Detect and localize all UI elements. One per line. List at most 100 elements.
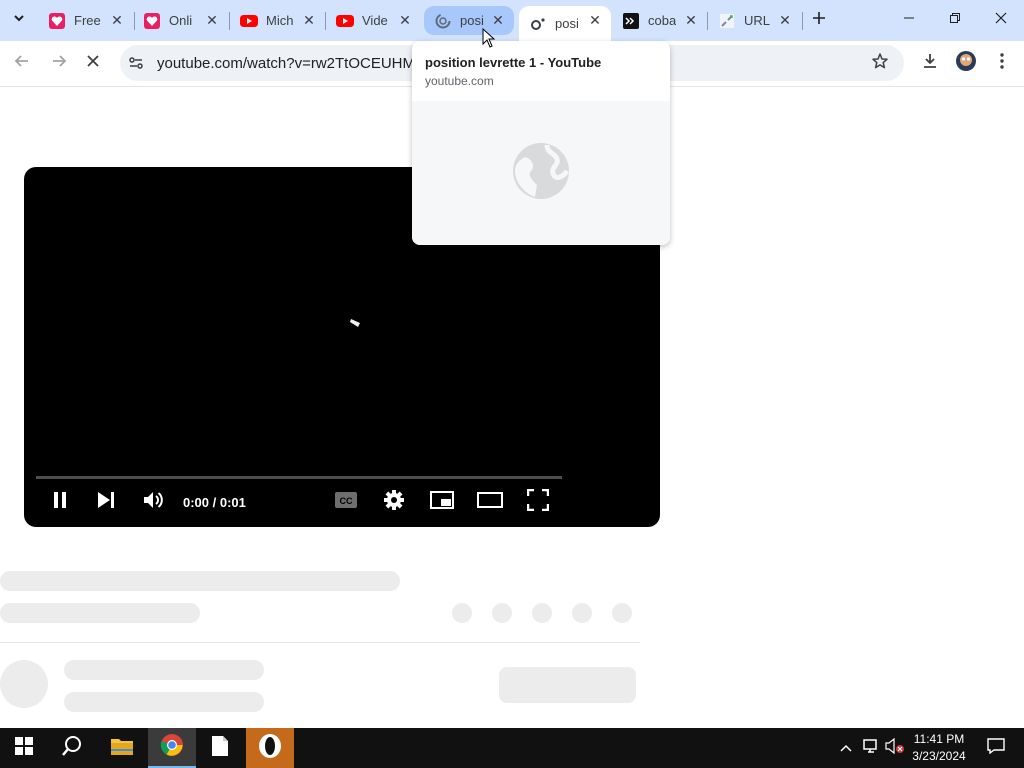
action-placeholder (492, 603, 512, 623)
tab-position-hovered[interactable]: posi ✕ (424, 6, 514, 35)
notepad-button[interactable] (196, 728, 244, 768)
tab-coba[interactable]: coba ✕ (612, 6, 707, 35)
tab-position-active[interactable]: posi ✕ (519, 6, 611, 41)
forward-button[interactable] (44, 48, 74, 78)
menu-button[interactable] (987, 48, 1017, 78)
restore-icon (949, 11, 961, 29)
progress-bar[interactable] (36, 476, 562, 479)
tab-title: Mich (266, 13, 294, 28)
tab-title: coba (648, 13, 676, 28)
close-icon[interactable]: ✕ (301, 12, 317, 28)
close-icon[interactable]: ✕ (204, 12, 220, 28)
theater-mode-button[interactable] (477, 490, 503, 514)
close-icon (995, 11, 1007, 29)
close-window-button[interactable] (986, 5, 1016, 35)
fullscreen-button[interactable] (526, 488, 550, 516)
profile-button[interactable] (951, 48, 981, 78)
mouse-cursor-icon (482, 27, 496, 53)
loading-spinner-icon (348, 315, 364, 333)
hover-card-title: position levrette 1 - YouTube (425, 55, 602, 70)
channel-name-placeholder (64, 660, 264, 680)
arrow-right-icon (51, 53, 67, 74)
settings-button[interactable] (382, 489, 406, 514)
file-explorer-button[interactable] (98, 728, 146, 768)
notifications-button[interactable] (972, 728, 1020, 768)
pause-button[interactable] (48, 490, 72, 514)
start-button[interactable] (0, 728, 48, 768)
stop-loading-button[interactable] (78, 48, 108, 78)
tab-free[interactable]: Free ✕ (38, 6, 133, 35)
chevron-down-icon (12, 11, 26, 30)
miniplayer-icon (430, 490, 454, 514)
minimize-icon (903, 11, 915, 29)
network-status[interactable] (860, 728, 882, 768)
opera-icon (257, 733, 283, 764)
search-button[interactable] (48, 728, 96, 768)
close-icon (86, 54, 100, 73)
globe-icon (511, 141, 571, 206)
action-placeholder (532, 603, 552, 623)
download-icon (921, 52, 939, 75)
subtitles-button[interactable]: CC (334, 490, 358, 514)
skip-next-icon (96, 491, 116, 514)
clock-date: 3/23/2024 (912, 749, 966, 763)
tab-youtube-video[interactable]: Vide ✕ (326, 6, 421, 35)
close-icon[interactable]: ✕ (777, 12, 793, 28)
youtube-icon (336, 12, 354, 30)
tab-online[interactable]: Onli ✕ (133, 6, 228, 35)
opera-taskbar-button[interactable] (246, 728, 294, 768)
subscribe-placeholder (499, 667, 636, 703)
downloads-button[interactable] (915, 48, 945, 78)
minimize-button[interactable] (894, 5, 924, 35)
url-text: youtube.com/watch?v=rw2TtOCEUHM&f (157, 55, 430, 72)
miniplayer-button[interactable] (430, 490, 454, 514)
tab-search-button[interactable] (4, 5, 34, 35)
restore-button[interactable] (940, 5, 970, 35)
avatar-placeholder (0, 660, 48, 708)
kebab-menu-icon (1000, 52, 1004, 74)
pause-icon (51, 491, 69, 514)
youtube-icon (240, 12, 258, 30)
action-placeholder (612, 603, 632, 623)
closed-captions-icon: CC (334, 491, 358, 514)
tab-hover-card: position levrette 1 - YouTube youtube.co… (412, 41, 670, 245)
volume-muted-icon (885, 737, 905, 759)
tab-strip: Free ✕ Onli ✕ Mich ✕ Vide ✕ posi ✕ posi … (0, 0, 1024, 41)
bookmark-button[interactable] (865, 48, 895, 78)
chrome-icon (160, 733, 184, 762)
show-hidden-icons-button[interactable] (836, 728, 856, 768)
mute-button[interactable] (141, 490, 165, 514)
time-display: 0:00 / 0:01 (183, 495, 246, 510)
arrow-left-icon (14, 53, 30, 74)
close-icon[interactable]: ✕ (490, 12, 506, 28)
close-icon[interactable]: ✕ (683, 12, 699, 28)
tab-url[interactable]: URL ✕ (708, 6, 801, 35)
chrome-taskbar-button[interactable] (148, 728, 196, 768)
network-icon (862, 738, 880, 759)
tab-title: Free (74, 13, 101, 28)
tab-title: Vide (362, 13, 388, 28)
windows-logo-icon (15, 736, 33, 760)
close-icon[interactable]: ✕ (397, 12, 413, 28)
document-icon (211, 735, 229, 762)
volume-icon (142, 490, 164, 515)
system-clock[interactable]: 11:41 PM 3/23/2024 (905, 731, 973, 765)
clock-time: 11:41 PM (913, 732, 965, 746)
volume-status[interactable] (884, 728, 906, 768)
loading-dots-icon (529, 15, 547, 33)
fullscreen-icon (526, 488, 550, 516)
action-placeholder (452, 603, 472, 623)
tab-title: posi (555, 16, 579, 31)
svg-text:CC: CC (340, 496, 353, 506)
new-tab-button[interactable] (804, 5, 834, 35)
windows-taskbar: 11:41 PM 3/23/2024 (0, 728, 1024, 768)
next-button[interactable] (94, 490, 118, 514)
star-icon (871, 52, 889, 75)
divider (0, 642, 640, 643)
close-icon[interactable]: ✕ (587, 12, 603, 28)
back-button[interactable] (7, 48, 37, 78)
tab-youtube-mich[interactable]: Mich ✕ (230, 6, 325, 35)
hover-card-preview (412, 101, 670, 245)
close-icon[interactable]: ✕ (109, 12, 125, 28)
site-settings-icon[interactable] (128, 55, 144, 76)
